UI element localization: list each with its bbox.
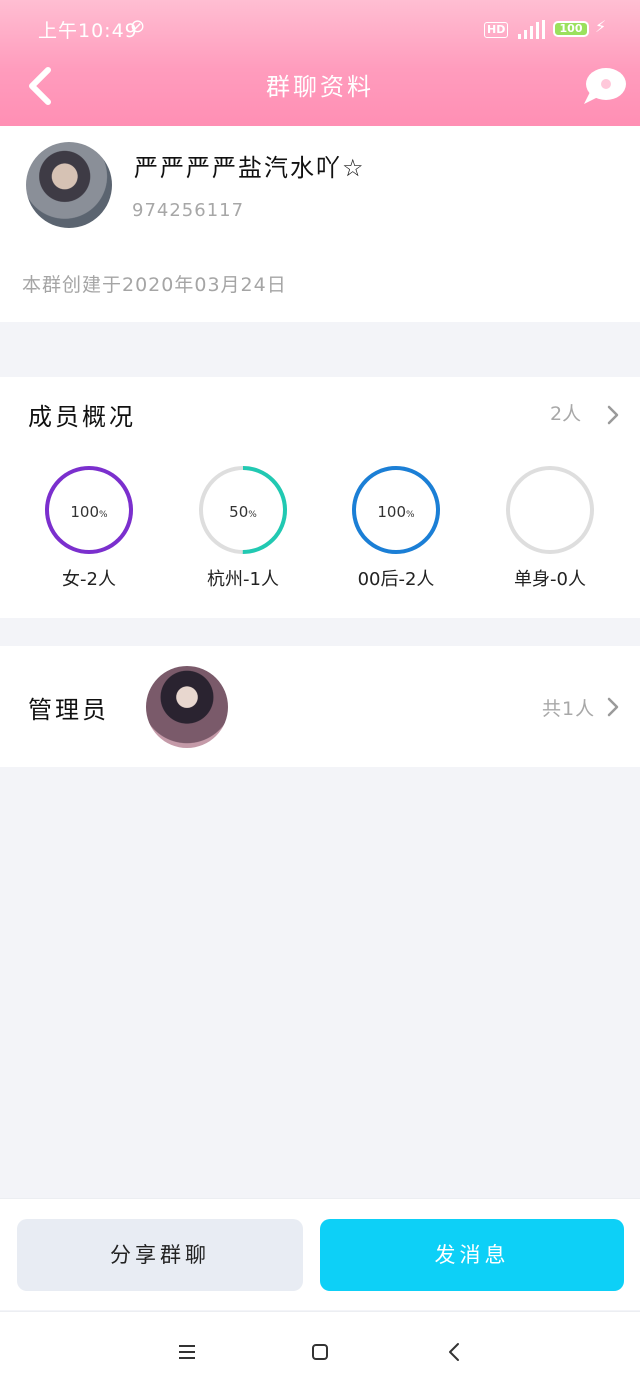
group-id: 974256117 xyxy=(132,200,245,221)
alarm-off-icon: ⊘ xyxy=(130,16,146,37)
admins-row[interactable]: 管理员 共1人 xyxy=(0,646,640,767)
stat-percent: 50% xyxy=(229,503,257,521)
stat-label: 单身-0人 xyxy=(514,569,586,590)
menu-icon[interactable] xyxy=(167,1338,207,1366)
header: 上午10:49 ⊘ HD 100 ⚡ 群聊资料 xyxy=(0,0,640,126)
system-nav-bar xyxy=(0,1311,640,1387)
signal-icon xyxy=(518,20,545,39)
stat-item: 100% 女-2人 xyxy=(14,465,164,595)
bottom-actions: 分享群聊 发消息 xyxy=(0,1198,640,1310)
stat-percent: 100% xyxy=(377,503,415,521)
section-title-members: 成员概况 xyxy=(28,403,136,431)
stat-label: 00后-2人 xyxy=(357,569,435,590)
member-count: 2人 xyxy=(550,403,582,425)
progress-ring xyxy=(506,466,594,554)
admin-count: 共1人 xyxy=(542,698,596,720)
stat-percent: 100% xyxy=(70,503,108,521)
share-group-button[interactable]: 分享群聊 xyxy=(17,1219,303,1291)
members-overview[interactable]: 成员概况 2人 100% 女-2人 50% 杭州-1人 100% 00后-2人 xyxy=(0,377,640,618)
hd-badge: HD xyxy=(484,22,509,38)
battery-icon: 100 xyxy=(553,21,589,37)
stat-label: 杭州-1人 xyxy=(207,569,279,590)
page-title: 群聊资料 xyxy=(266,73,374,101)
status-bar: 上午10:49 ⊘ HD 100 ⚡ xyxy=(0,14,640,46)
home-icon[interactable] xyxy=(300,1338,340,1366)
stat-item: 50% 杭州-1人 xyxy=(168,465,318,595)
nav-bar: 群聊资料 xyxy=(0,56,640,116)
stat-label: 女-2人 xyxy=(62,569,116,590)
group-profile-card: 严严严严盐汽水吖☆ 974256117 本群创建于2020年03月24日 xyxy=(0,126,640,322)
chevron-right-icon xyxy=(607,405,619,425)
status-time: 上午10:49 xyxy=(38,20,138,42)
charging-icon: ⚡ xyxy=(595,17,607,36)
stat-item: 单身-0人 xyxy=(475,465,625,595)
created-date: 本群创建于2020年03月24日 xyxy=(22,274,287,296)
send-message-button[interactable]: 发消息 xyxy=(320,1219,624,1291)
group-avatar[interactable] xyxy=(26,142,112,228)
chat-bubble-icon[interactable] xyxy=(580,62,630,110)
admin-avatar[interactable] xyxy=(146,666,228,748)
section-title-admins: 管理员 xyxy=(28,696,109,724)
stat-item: 100% 00后-2人 xyxy=(321,465,471,595)
chevron-right-icon xyxy=(607,697,619,717)
back-icon[interactable] xyxy=(434,1338,474,1366)
group-name: 严严严严盐汽水吖☆ xyxy=(134,154,366,182)
